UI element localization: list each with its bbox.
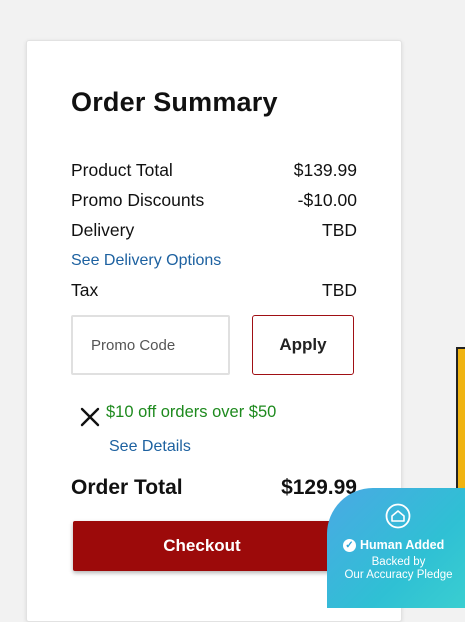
delivery-label: Delivery	[71, 219, 135, 240]
product-total-value: $139.99	[293, 159, 357, 180]
delivery-row: Delivery TBD	[71, 218, 357, 242]
promo-code-input[interactable]	[71, 315, 230, 375]
applied-promo-text: $10 off orders over $50	[106, 403, 277, 421]
badge-subtitle: Backed by Our Accuracy Pledge	[327, 556, 465, 582]
checkmark-icon: ✓	[343, 538, 356, 552]
badge-subtitle-line2: Our Accuracy Pledge	[344, 569, 453, 581]
badge-title-text: Human Added	[360, 538, 445, 552]
promo-discounts-value: -$10.00	[297, 189, 357, 210]
tax-row: Tax TBD	[71, 278, 357, 302]
tax-label: Tax	[71, 279, 99, 300]
badge-title: ✓ Human Added	[343, 538, 444, 552]
order-total-label: Order Total	[71, 476, 183, 499]
accuracy-pledge-badge[interactable]: ✓ Human Added Backed by Our Accuracy Ple…	[327, 488, 465, 608]
tax-value: TBD	[322, 279, 357, 300]
promo-discounts-row: Promo Discounts -$10.00	[71, 188, 357, 212]
product-total-row: Product Total $139.99	[71, 158, 357, 182]
see-delivery-options-link[interactable]: See Delivery Options	[71, 252, 221, 270]
product-total-label: Product Total	[71, 159, 173, 180]
house-shield-icon	[385, 503, 411, 529]
side-panel-edge	[456, 347, 465, 493]
badge-subtitle-line1: Backed by	[371, 556, 426, 568]
delivery-value: TBD	[322, 219, 357, 240]
close-x-icon[interactable]	[78, 405, 102, 429]
see-details-link[interactable]: See Details	[109, 438, 191, 456]
order-total-row: Order Total $129.99	[71, 473, 357, 503]
order-summary-title: Order Summary	[71, 87, 278, 117]
checkout-button[interactable]: Checkout	[73, 521, 331, 571]
promo-discounts-label: Promo Discounts	[71, 189, 205, 210]
apply-promo-button[interactable]: Apply	[252, 315, 354, 375]
